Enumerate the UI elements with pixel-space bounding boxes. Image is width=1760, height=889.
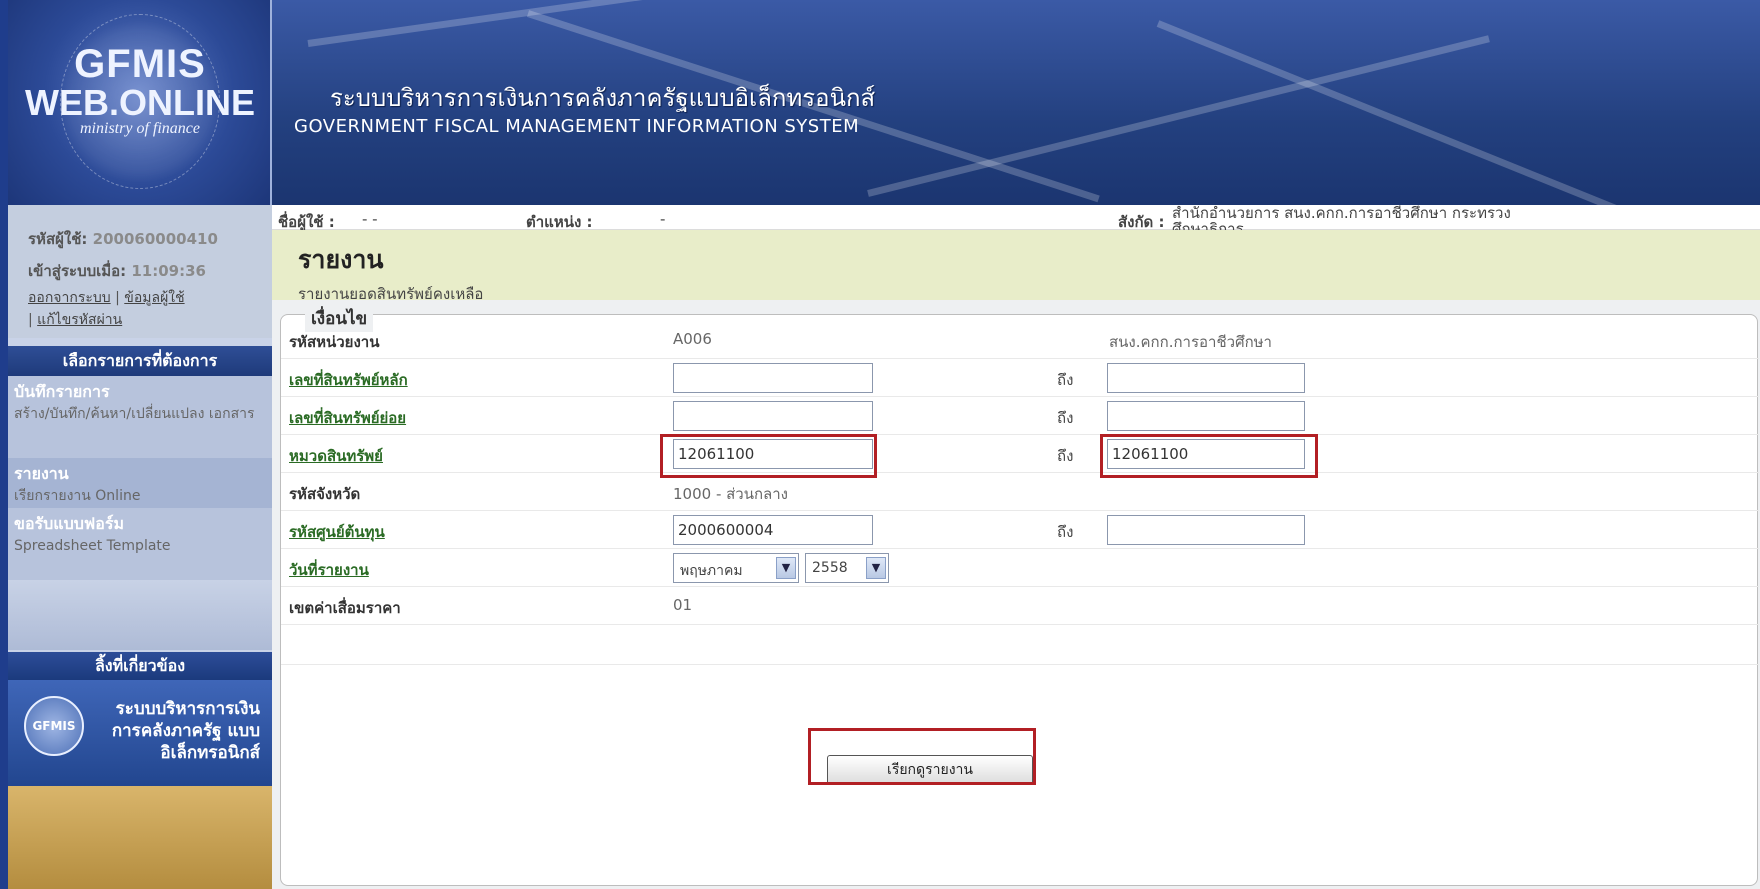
logo-text-webonline: WEB.ONLINE xyxy=(25,82,255,123)
user-id-label: รหัสผู้ใช้: xyxy=(28,230,88,248)
field-label: รหัสหน่วยงาน xyxy=(289,333,380,351)
second-link-banner[interactable] xyxy=(8,786,272,889)
sidebar-item-subtitle: เรียกรายงาน Online xyxy=(14,488,141,504)
asset-main-link[interactable]: เลขที่สินทรัพย์หลัก xyxy=(289,368,408,392)
month-value: พฤษภาคม xyxy=(680,563,743,579)
user-id-value: 200060000410 xyxy=(92,230,218,248)
year-select[interactable]: 2558 ▼ xyxy=(805,553,889,583)
cost-center-to-input[interactable] xyxy=(1107,515,1305,545)
link-separator: | xyxy=(28,312,33,328)
left-edge-bar xyxy=(0,0,8,889)
field-label: เขตค่าเสื่อมราคา xyxy=(289,599,401,617)
conditions-fieldset: เงื่อนไข รหัสหน่วยงาน A006 สนง.คกก.การอา… xyxy=(280,305,1759,886)
asset-main-to-input[interactable] xyxy=(1107,363,1305,393)
page-title: รายงาน xyxy=(298,245,384,274)
profile-link[interactable]: ข้อมูลผู้ใช้ xyxy=(124,290,184,306)
cost-center-link[interactable]: รหัสศูนย์ต้นทุน xyxy=(289,520,385,544)
row-cost-center: รหัสศูนย์ต้นทุน ถึง xyxy=(281,511,1759,549)
affiliation-line: สำนักอำนวยการ สนง.คกก.การอาชีวศึกษา กระท… xyxy=(1172,204,1511,222)
row-blank xyxy=(281,625,1759,665)
gfmis-logo: GFMIS WEB.ONLINE ministry of finance xyxy=(8,0,272,205)
row-asset-class: หมวดสินทรัพย์ ถึง xyxy=(281,435,1759,473)
sidebar-item-subtitle: Spreadsheet Template xyxy=(14,538,171,554)
to-label: ถึง xyxy=(1057,447,1074,465)
left-sidebar: รหัสผู้ใช้: 200060000410 เข้าสู่ระบบเมื่… xyxy=(8,205,272,889)
login-time-row: เข้าสู่ระบบเมื่อ: 11:09:36 xyxy=(28,259,272,283)
related-links-heading: ลิ้งที่เกี่ยวข้อง xyxy=(8,652,272,680)
sidebar-item-forms[interactable]: ขอรับแบบฟอร์ม Spreadsheet Template xyxy=(8,508,272,580)
system-title-english: GOVERNMENT FISCAL MANAGEMENT INFORMATION… xyxy=(294,116,860,137)
asset-sub-from-input[interactable] xyxy=(673,401,873,431)
form-area: เงื่อนไข รหัสหน่วยงาน A006 สนง.คกก.การอา… xyxy=(272,300,1760,889)
row-depreciation: เขตค่าเสื่อมราคา 01 xyxy=(281,587,1759,625)
highlight-box xyxy=(660,434,877,478)
field-label: รหัสจังหวัด xyxy=(289,485,361,503)
user-links: ออกจากระบบ | ข้อมูลผู้ใช้ | แก้ไขรหัสผ่า… xyxy=(28,287,272,331)
banner-streak-decoration xyxy=(1156,20,1642,205)
cost-center-from-input[interactable] xyxy=(673,515,873,545)
sidebar-item-subtitle: สร้าง/บันทึก/ค้นหา/เปลี่ยนแปลง เอกสาร xyxy=(14,406,255,422)
row-asset-main: เลขที่สินทรัพย์หลัก ถึง xyxy=(281,359,1759,397)
sidebar-item-reports[interactable]: รายงาน เรียกรายงาน Online xyxy=(8,458,272,508)
system-title-thai: ระบบบริหารการเงินการคลังภาครัฐแบบอิเล็กท… xyxy=(330,84,876,112)
unit-code-value: A006 xyxy=(673,330,712,348)
sidebar-item-title: บันทึกรายการ xyxy=(14,382,110,401)
user-info-bar: ชื่อผู้ใช้ : - - ตำแหน่ง : - สังกัด : สำ… xyxy=(272,204,1760,237)
gfmis-badge-icon: GFMIS xyxy=(24,696,84,756)
to-label: ถึง xyxy=(1057,371,1074,389)
login-time-label: เข้าสู่ระบบเมื่อ: xyxy=(28,262,127,280)
chevron-down-icon: ▼ xyxy=(776,557,796,579)
report-date-link[interactable]: วันที่รายงาน xyxy=(289,558,369,582)
highlight-box xyxy=(1100,434,1318,478)
position-value: - xyxy=(660,210,666,228)
to-label: ถึง xyxy=(1057,409,1074,427)
user-id-row: รหัสผู้ใช้: 200060000410 xyxy=(28,227,272,251)
sidebar-spacer xyxy=(8,580,272,650)
depreciation-value: 01 xyxy=(673,596,693,614)
logo-text-gfmis: GFMIS xyxy=(74,42,206,86)
sidebar-item-title: รายงาน xyxy=(14,464,69,483)
logout-link[interactable]: ออกจากระบบ xyxy=(28,290,111,306)
asset-main-from-input[interactable] xyxy=(673,363,873,393)
header-banner: GFMIS WEB.ONLINE ministry of finance ระบ… xyxy=(8,0,1760,205)
province-value: 1000 - ส่วนกลาง xyxy=(673,485,788,503)
page-heading: รายงาน รายงานยอดสินทรัพย์คงเหลือ xyxy=(272,230,1760,303)
row-province: รหัสจังหวัด 1000 - ส่วนกลาง xyxy=(281,473,1759,511)
menu-heading: เลือกรายการที่ต้องการ xyxy=(8,346,272,376)
gfmis-link-text: ระบบบริหารการเงิน การคลังภาครัฐ แบบอิเล็… xyxy=(111,699,260,763)
user-info-panel: รหัสผู้ใช้: 200060000410 เข้าสู่ระบบเมื่… xyxy=(8,205,272,338)
sidebar-item-transactions[interactable]: บันทึกรายการ สร้าง/บันทึก/ค้นหา/เปลี่ยนแ… xyxy=(8,376,272,458)
asset-sub-to-input[interactable] xyxy=(1107,401,1305,431)
logo-text-ministry: ministry of finance xyxy=(80,120,200,137)
sidebar-item-title: ขอรับแบบฟอร์ม xyxy=(14,514,124,533)
login-time-value: 11:09:36 xyxy=(131,262,206,280)
month-select[interactable]: พฤษภาคม ▼ xyxy=(673,553,799,583)
asset-sub-link[interactable]: เลขที่สินทรัพย์ย่อย xyxy=(289,406,406,430)
change-password-link[interactable]: แก้ไขรหัสผ่าน xyxy=(37,312,122,328)
to-label: ถึง xyxy=(1057,523,1074,541)
link-separator: | xyxy=(115,290,120,306)
gfmis-link-banner[interactable]: GFMIS ระบบบริหารการเงิน การคลังภาครัฐ แบ… xyxy=(8,680,272,786)
row-unit-code: รหัสหน่วยงาน A006 สนง.คกก.การอาชีวศึกษา xyxy=(281,321,1759,359)
year-value: 2558 xyxy=(812,560,848,576)
highlight-box xyxy=(808,728,1036,785)
unit-code-description: สนง.คกก.การอาชีวศึกษา xyxy=(1109,333,1272,351)
row-asset-sub: เลขที่สินทรัพย์ย่อย ถึง xyxy=(281,397,1759,435)
username-value: - - xyxy=(362,210,378,228)
chevron-down-icon: ▼ xyxy=(866,557,886,579)
row-report-date: วันที่รายงาน พฤษภาคม ▼ 2558 ▼ xyxy=(281,549,1759,587)
asset-class-link[interactable]: หมวดสินทรัพย์ xyxy=(289,444,383,468)
